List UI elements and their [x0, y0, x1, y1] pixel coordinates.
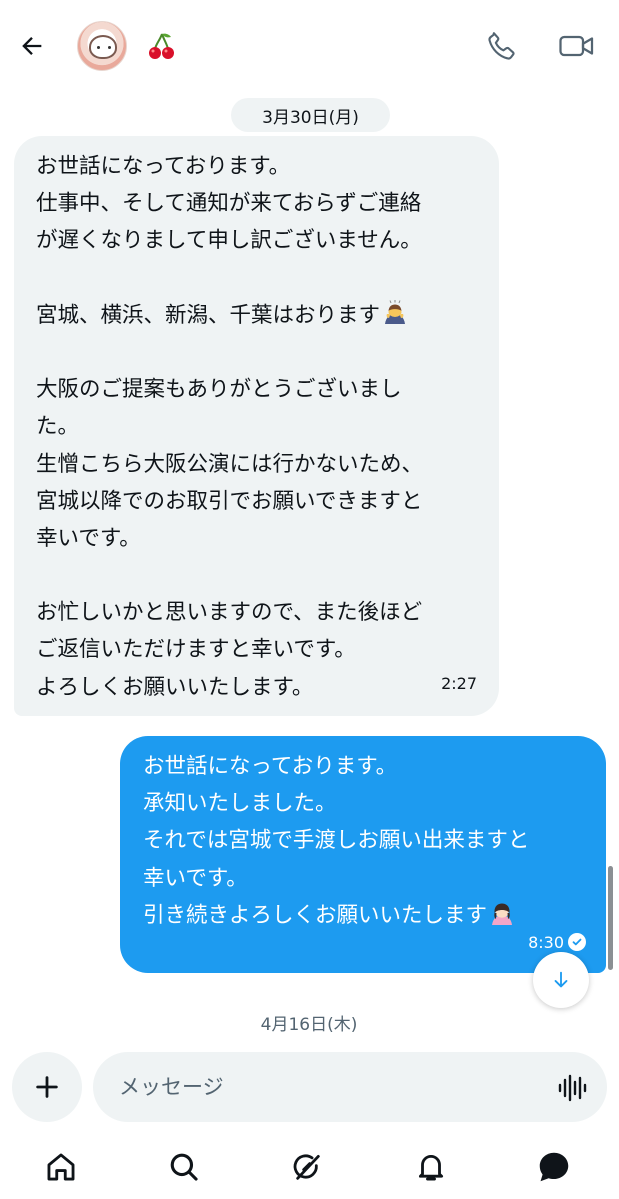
nav-home[interactable]: [42, 1148, 80, 1186]
person-bowing-emoji: [385, 299, 406, 324]
message-line: お世話になっております。: [143, 754, 398, 779]
message-line: ご返信いただけますと幸いです。: [36, 637, 356, 663]
message-line: それでは宮城で手渡しお願い出来ますと: [143, 828, 530, 854]
chat-header: [0, 0, 619, 92]
nav-grok[interactable]: [288, 1148, 326, 1186]
message-line: た。: [36, 414, 80, 440]
notifications-icon: [418, 1155, 444, 1181]
nav-messages[interactable]: [535, 1148, 573, 1186]
message-line: 生憎こちら大阪公演には行かないため、: [36, 451, 424, 477]
message-line-with-emoji: 宮城、横浜、新潟、千葉はおります: [36, 297, 479, 334]
received-message-bubble[interactable]: お世話になっております。 仕事中、そして通知が来ておらずご連絡 が遅くなりまして…: [14, 136, 499, 716]
message-line: 宮城以降でのお取引でお願いできますと: [36, 488, 423, 514]
message-line: 引き続きよろしくお願いいたします: [143, 902, 488, 928]
message-line: 仕事中、そして通知が来ておらずご連絡: [36, 191, 422, 217]
video-call-button[interactable]: [557, 28, 597, 64]
messages-icon: [539, 1152, 569, 1182]
call-button[interactable]: [484, 28, 520, 64]
message-input-placeholder: メッセージ: [119, 1075, 224, 1099]
sent-message-bubble[interactable]: お世話になっております。 承知いたしました。 それでは宮城で手渡しお願い出来ます…: [120, 736, 606, 973]
hamster-avatar[interactable]: [77, 21, 127, 71]
date-divider: 4月16日(木): [260, 1014, 358, 1035]
arrow-down-icon: [554, 971, 568, 988]
arrow-left-icon: [22, 37, 42, 55]
message-line: 幸いです。: [36, 525, 141, 551]
search-icon: [170, 1153, 198, 1181]
plus-icon: [36, 1076, 58, 1098]
message-line: 大阪のご提案もありがとうございまし: [36, 377, 402, 403]
message-line: お忙しいかと思いますので、また後ほど: [36, 600, 423, 626]
message-line-with-emoji: 引き続きよろしくお願いいたします: [143, 897, 590, 934]
message-timestamp: 2:27: [441, 673, 477, 693]
nav-notifications[interactable]: [412, 1148, 450, 1186]
message-line: が遅くなりまして申し訳ございません。: [36, 228, 422, 254]
nav-search[interactable]: [165, 1148, 203, 1186]
back-button[interactable]: [14, 28, 50, 64]
cherries-emoji: [149, 33, 174, 59]
message-input[interactable]: メッセージ: [93, 1052, 607, 1122]
message-line: 承知いたしました。: [143, 791, 337, 817]
video-camera-icon: [559, 35, 594, 57]
date-divider: 3月30日(月): [231, 98, 390, 132]
message-line: よろしくお願いいたします。: [36, 674, 314, 700]
woman-bowing-emoji: [492, 903, 513, 925]
add-attachment-button[interactable]: [12, 1052, 82, 1122]
message-line: 幸いです。: [143, 865, 248, 891]
message-composer: メッセージ: [0, 1046, 619, 1130]
bottom-navigation: [0, 1138, 619, 1199]
voice-waveform-icon[interactable]: [557, 1074, 587, 1102]
scroll-to-bottom-button[interactable]: [533, 952, 589, 1008]
home-icon: [47, 1153, 75, 1181]
read-check-icon: [568, 933, 586, 952]
message-line: 宮城、横浜、新潟、千葉はおります: [36, 302, 381, 328]
scrollbar[interactable]: [608, 866, 613, 970]
phone-icon: [488, 32, 515, 60]
grok-icon: [293, 1154, 320, 1180]
message-line: お世話になっております。: [36, 154, 291, 179]
